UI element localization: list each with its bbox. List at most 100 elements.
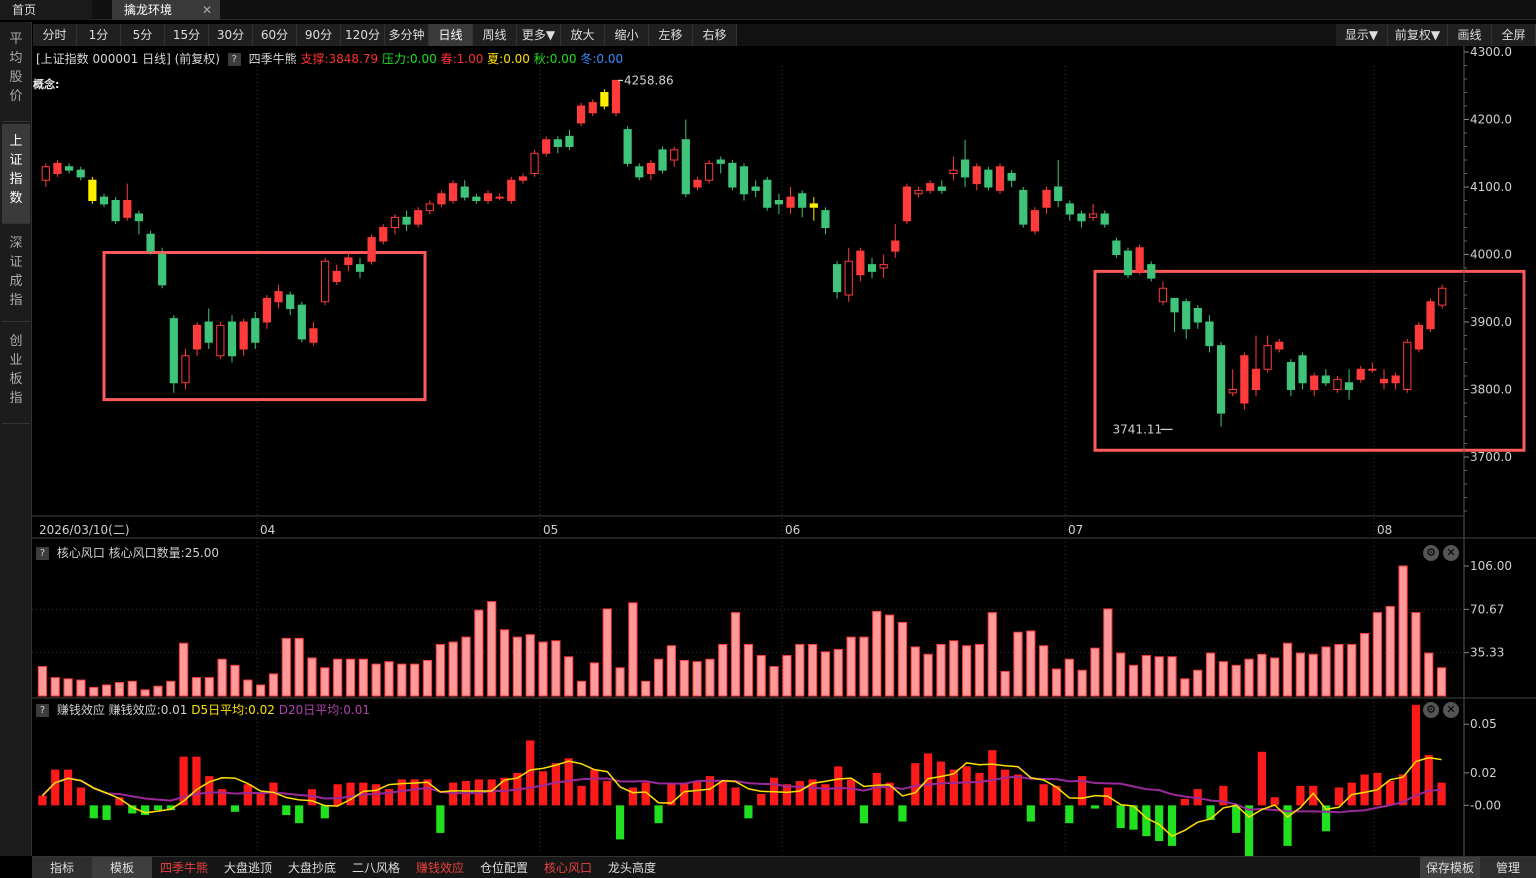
volume-bar: [1295, 652, 1305, 697]
candle: [693, 179, 702, 188]
volume-bar: [1051, 668, 1062, 697]
effect-bar: [141, 805, 150, 816]
candle: [507, 179, 516, 201]
bottom-tab-10[interactable]: 保存模板: [1420, 857, 1480, 878]
effect-bar: [38, 795, 47, 806]
volume-bar: [217, 658, 227, 697]
bottom-tab-7[interactable]: 仓位配置: [472, 857, 536, 878]
bottom-tab-9[interactable]: 龙头高度: [600, 857, 664, 878]
help-icon[interactable]: ?: [36, 704, 49, 717]
toolbar-right-btn-1[interactable]: 前复权▼: [1388, 24, 1448, 46]
x-tick-label: 04: [260, 523, 275, 537]
chart-canvas[interactable]: 4258.86 3741.11 4300.0 4200.0 4100.0 4000.0 3…: [32, 46, 1536, 856]
settings-icon[interactable]: ⚙: [1423, 702, 1439, 718]
bottom-tab-4[interactable]: 大盘抄底: [280, 857, 344, 878]
candle: [483, 193, 493, 201]
candle: [1065, 203, 1074, 215]
volume-bar: [1321, 646, 1331, 697]
effect-bar: [102, 805, 111, 820]
side-tab-shanghai[interactable]: 上 证 指 数: [2, 124, 30, 224]
candle: [437, 193, 446, 205]
volume-bar: [1385, 605, 1395, 697]
bottom-tab-5[interactable]: 二八风格: [344, 857, 408, 878]
effect-bar: [795, 781, 804, 806]
toolbar-btn-9[interactable]: 日线: [429, 24, 473, 46]
effect-bar: [243, 784, 252, 806]
volume-bar: [153, 685, 163, 697]
candle: [297, 304, 306, 340]
toolbar-btn-4[interactable]: 30分: [209, 24, 253, 46]
toolbar-right-btn-3[interactable]: 全屏: [1492, 24, 1536, 46]
toolbar-btn-6[interactable]: 90分: [297, 24, 341, 46]
bottom-tab-8[interactable]: 核心风口: [536, 857, 600, 878]
tab-home[interactable]: 首页: [0, 0, 92, 20]
close-icon[interactable]: ✕: [202, 0, 212, 20]
candle: [1403, 341, 1412, 390]
side-tab-avg-price[interactable]: 平 均 股 价: [2, 22, 30, 122]
toolbar-btn-12[interactable]: 放大: [561, 24, 605, 46]
bottom-tab-1[interactable]: 模板: [92, 857, 152, 878]
toolbar-btn-2[interactable]: 5分: [121, 24, 165, 46]
candle: [320, 260, 330, 303]
effect-bar: [615, 805, 625, 840]
bottom-tab-11[interactable]: 管理: [1480, 857, 1536, 878]
candle: [949, 169, 958, 174]
candle: [41, 166, 50, 181]
candle: [960, 159, 970, 178]
candle: [565, 135, 574, 147]
toolbar-btn-8[interactable]: 多分钟: [385, 24, 429, 46]
toolbar-btn-0[interactable]: 分时: [33, 24, 77, 46]
toolbar-btn-1[interactable]: 1分: [77, 24, 121, 46]
toolbar-btn-5[interactable]: 60分: [253, 24, 297, 46]
window-tab-bar: 首页 擒龙环境 ✕: [0, 0, 1536, 20]
volume-bar: [525, 634, 535, 697]
effect-bar: [590, 769, 599, 806]
side-tab-shenzhen[interactable]: 深 证 成 指: [2, 226, 30, 322]
side-tab-label: 深 证 成 指: [9, 236, 23, 308]
bottom-tab-3[interactable]: 大盘逃顶: [216, 857, 280, 878]
candle: [1019, 189, 1028, 225]
help-icon[interactable]: ?: [36, 547, 49, 560]
effect-bar: [230, 805, 240, 812]
volume-bar: [1205, 652, 1216, 697]
toolbar-btn-13[interactable]: 缩小: [605, 24, 649, 46]
candle: [1426, 301, 1435, 330]
candle: [856, 250, 865, 276]
volume-bar: [487, 601, 497, 697]
bottom-tab-0[interactable]: 指标: [32, 857, 92, 878]
candle: [937, 186, 946, 191]
candle: [553, 139, 562, 147]
effect-bar: [1424, 755, 1433, 806]
bottom-tab-2[interactable]: 四季牛熊: [152, 857, 216, 878]
volume-bar: [962, 645, 972, 697]
bottom-tab-6[interactable]: 赚钱效应: [408, 857, 472, 878]
close-icon[interactable]: ✕: [1443, 545, 1459, 561]
volume-bar: [294, 637, 304, 697]
candle: [134, 213, 144, 222]
toolbar-right-btn-0[interactable]: 显示▼: [1336, 24, 1388, 46]
candle: [1135, 247, 1144, 272]
toolbar-right-btn-2[interactable]: 画线: [1448, 24, 1492, 46]
toolbar-btn-11[interactable]: 更多▼: [517, 24, 561, 46]
effect-bar: [1360, 774, 1369, 806]
close-icon[interactable]: ✕: [1443, 702, 1459, 718]
candle: [158, 254, 167, 286]
toolbar-btn-7[interactable]: 120分: [341, 24, 385, 46]
toolbar-btn-15[interactable]: 右移: [693, 24, 737, 46]
toolbar-btn-3[interactable]: 15分: [165, 24, 209, 46]
candle: [542, 139, 551, 154]
settings-icon[interactable]: ⚙: [1423, 545, 1439, 561]
candle: [1275, 341, 1284, 350]
volume-bar: [730, 612, 741, 697]
volume-bar: [718, 643, 728, 697]
y-tick-label: 0.05: [1470, 717, 1497, 731]
candle: [1228, 389, 1237, 394]
low-annotation: 3741.11: [1113, 422, 1163, 436]
volume-bar: [1103, 608, 1113, 697]
candle: [414, 210, 423, 225]
money-panel-value: 赚钱效应:0.01: [108, 703, 188, 717]
side-tab-chinext[interactable]: 创 业 板 指: [2, 324, 30, 424]
tab-qinlong-env[interactable]: 擒龙环境 ✕: [112, 0, 220, 20]
toolbar-btn-14[interactable]: 左移: [649, 24, 693, 46]
toolbar-btn-10[interactable]: 周线: [473, 24, 517, 46]
